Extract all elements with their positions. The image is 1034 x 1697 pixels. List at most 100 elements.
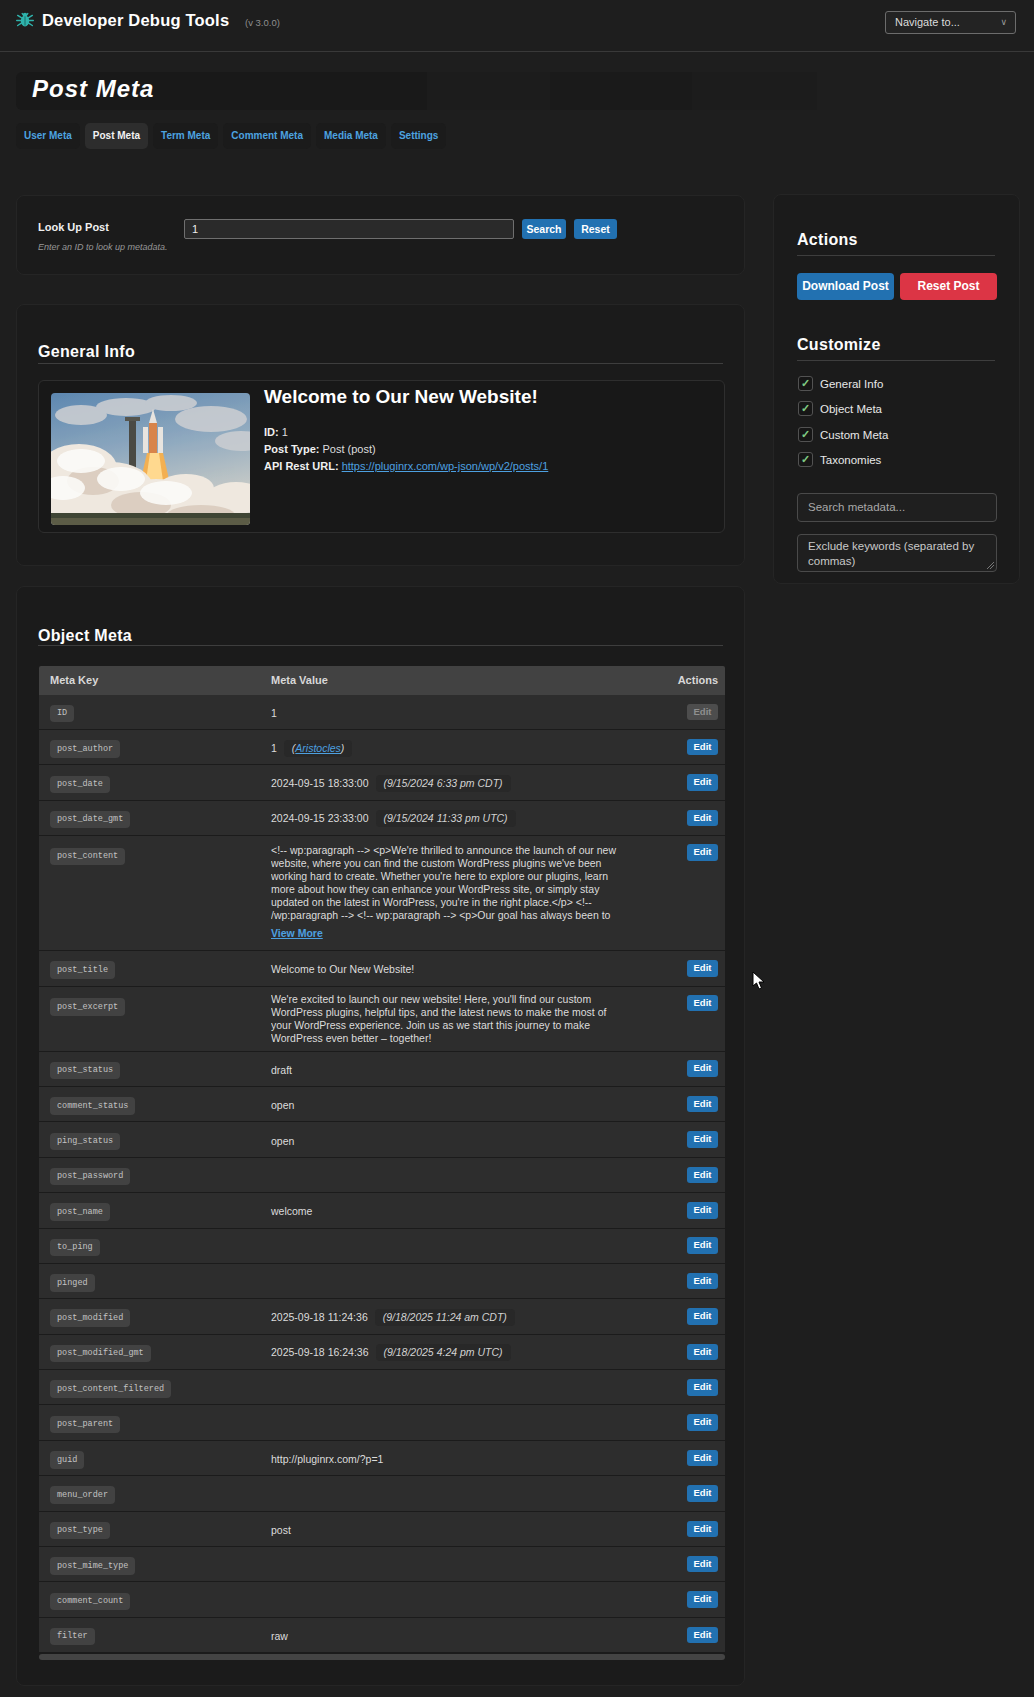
search-metadata-input[interactable]: Search metadata...	[797, 493, 997, 522]
meta-value-text: open	[271, 1135, 294, 1147]
general-info-panel: General Info	[16, 304, 745, 566]
meta-value-text: post	[271, 1524, 291, 1536]
edit-button[interactable]: Edit	[687, 774, 718, 791]
edit-button[interactable]: Edit	[687, 1273, 718, 1290]
tab-term-meta[interactable]: Term Meta	[153, 123, 218, 149]
meta-value-text: Welcome to Our New Website!	[271, 963, 414, 975]
edit-button[interactable]: Edit	[687, 1167, 718, 1184]
table-horizontal-scrollbar[interactable]	[39, 1654, 725, 1660]
view-more-link[interactable]: View More	[271, 927, 323, 939]
meta-value-text: raw	[271, 1630, 288, 1642]
meta-key-pill: menu_order	[50, 1486, 115, 1504]
lookup-label: Look Up Post	[38, 221, 109, 233]
edit-button[interactable]: Edit	[687, 995, 718, 1012]
actions-divider	[797, 255, 995, 256]
checkbox-checked[interactable]: ✓	[798, 401, 813, 416]
checkbox-label: Custom Meta	[820, 429, 888, 441]
download-post-button[interactable]: Download Post	[797, 273, 894, 300]
local-time-note-pill: (9/15/2024 11:33 pm UTC)	[376, 810, 516, 827]
page-title: Post Meta	[32, 75, 154, 103]
sidebar-panel: Actions Download Post Reset Post Customi…	[773, 194, 1020, 584]
edit-button[interactable]: Edit	[687, 1556, 718, 1573]
meta-value-text: open	[271, 1099, 294, 1111]
meta-row-post_date_gmt: post_date_gmt2024-09-15 23:33:00(9/15/20…	[39, 801, 725, 836]
meta-value-text: 2024-09-15 23:33:00	[271, 812, 369, 824]
edit-button[interactable]: Edit	[687, 844, 718, 861]
meta-key-pill: post_excerpt	[50, 998, 125, 1016]
edit-button[interactable]: Edit	[687, 1379, 718, 1396]
bug-logo-icon	[14, 9, 36, 31]
meta-key-pill: filter	[50, 1628, 95, 1646]
edit-button[interactable]: Edit	[687, 739, 718, 756]
meta-key-pill: post_author	[50, 740, 120, 758]
edit-button[interactable]: Edit	[687, 1237, 718, 1254]
meta-row-filter: filter raw Edit	[39, 1618, 725, 1653]
edit-button[interactable]: Edit	[687, 1344, 718, 1361]
meta-value-text: We're excited to launch our new website!…	[271, 993, 623, 1045]
edit-button[interactable]: Edit	[687, 1096, 718, 1113]
edit-button[interactable]: Edit	[687, 1591, 718, 1608]
meta-value-text: 2025-09-18 11:24:36	[271, 1311, 368, 1323]
meta-value-text: draft	[271, 1064, 292, 1076]
app-version: (v 3.0.0)	[245, 17, 280, 28]
checkbox-checked[interactable]: ✓	[798, 376, 813, 391]
reset-button[interactable]: Reset	[574, 219, 617, 239]
checkbox-label: General Info	[820, 378, 883, 390]
edit-button[interactable]: Edit	[687, 1485, 718, 1502]
edit-button[interactable]: Edit	[687, 1521, 718, 1538]
meta-row-comment_status: comment_statusopenEdit	[39, 1087, 725, 1122]
exclude-keywords-textarea[interactable]: Exclude keywords (separated by commas)	[797, 534, 997, 572]
customize-divider	[797, 360, 995, 361]
edit-button[interactable]: Edit	[687, 1202, 718, 1219]
meta-row-post_content_filtered: post_content_filteredEdit	[39, 1370, 725, 1405]
post-title: Welcome to Our New Website!	[264, 386, 538, 408]
meta-row-comment_count: comment_countEdit	[39, 1582, 725, 1617]
meta-row-post_parent: post_parentEdit	[39, 1405, 725, 1440]
reset-post-button[interactable]: Reset Post	[900, 273, 997, 300]
search-button[interactable]: Search	[522, 219, 566, 239]
tab-comment-meta[interactable]: Comment Meta	[223, 123, 311, 149]
local-time-note-pill: (9/18/2025 11:24 am CDT)	[375, 1309, 515, 1326]
page-title-band: Post Meta	[16, 72, 817, 110]
checkbox-checked[interactable]: ✓	[798, 452, 813, 467]
edit-button[interactable]: Edit	[687, 1627, 718, 1644]
meta-row-to_ping: to_ping Edit	[39, 1229, 725, 1264]
edit-button[interactable]: Edit	[687, 810, 718, 827]
meta-key-pill: post_modified_gmt	[50, 1345, 151, 1363]
edit-button[interactable]: Edit	[687, 1450, 718, 1467]
author-link[interactable]: Aristocles	[295, 742, 341, 754]
meta-key-pill: guid	[50, 1451, 84, 1469]
object-meta-panel: Object Meta Meta Key Meta Value Actions …	[16, 586, 745, 1686]
edit-button[interactable]: Edit	[687, 1131, 718, 1148]
meta-key-pill: post_content	[50, 848, 125, 866]
meta-value-text: <!-- wp:paragraph --> <p>We're thrilled …	[271, 844, 623, 922]
edit-button[interactable]: Edit	[687, 1308, 718, 1325]
meta-row-post_name: post_namewelcomeEdit	[39, 1193, 725, 1228]
edit-button[interactable]: Edit	[687, 1414, 718, 1431]
edit-button[interactable]: Edit	[687, 1060, 718, 1077]
meta-key-pill: post_password	[50, 1168, 130, 1186]
edit-button[interactable]: Edit	[687, 960, 718, 977]
api-rest-url-link[interactable]: https://pluginrx.com/wp-json/wp/v2/posts…	[342, 460, 549, 472]
post-id-input[interactable]: 1	[184, 219, 514, 239]
tab-user-meta[interactable]: User Meta	[16, 123, 80, 149]
chevron-down-icon: ∨	[1000, 12, 1007, 33]
general-info-heading: General Info	[38, 343, 135, 361]
column-header-meta-value: Meta Value	[271, 674, 618, 686]
meta-row-pinged: pinged Edit	[39, 1264, 725, 1299]
meta-key-pill: ID	[50, 705, 74, 723]
local-time-note-pill: (9/18/2025 4:24 pm UTC)	[376, 1344, 511, 1361]
object-meta-divider	[38, 645, 723, 646]
meta-key-pill: post_modified	[50, 1309, 130, 1327]
tab-media-meta[interactable]: Media Meta	[316, 123, 386, 149]
tab-post-meta[interactable]: Post Meta	[85, 123, 148, 149]
navigate-to-select[interactable]: Navigate to... ∨	[885, 11, 1016, 34]
meta-value-text: 2025-09-18 16:24:36	[271, 1346, 369, 1358]
meta-key-pill: pinged	[50, 1274, 95, 1292]
meta-key-pill: to_ping	[50, 1239, 100, 1257]
meta-row-post_excerpt: post_excerpt We're excited to launch our …	[39, 987, 725, 1052]
textarea-resize-grip[interactable]	[987, 562, 994, 569]
table-header-row: Meta Key Meta Value Actions	[39, 666, 725, 695]
checkbox-checked[interactable]: ✓	[798, 427, 813, 442]
tab-settings[interactable]: Settings	[391, 123, 446, 149]
